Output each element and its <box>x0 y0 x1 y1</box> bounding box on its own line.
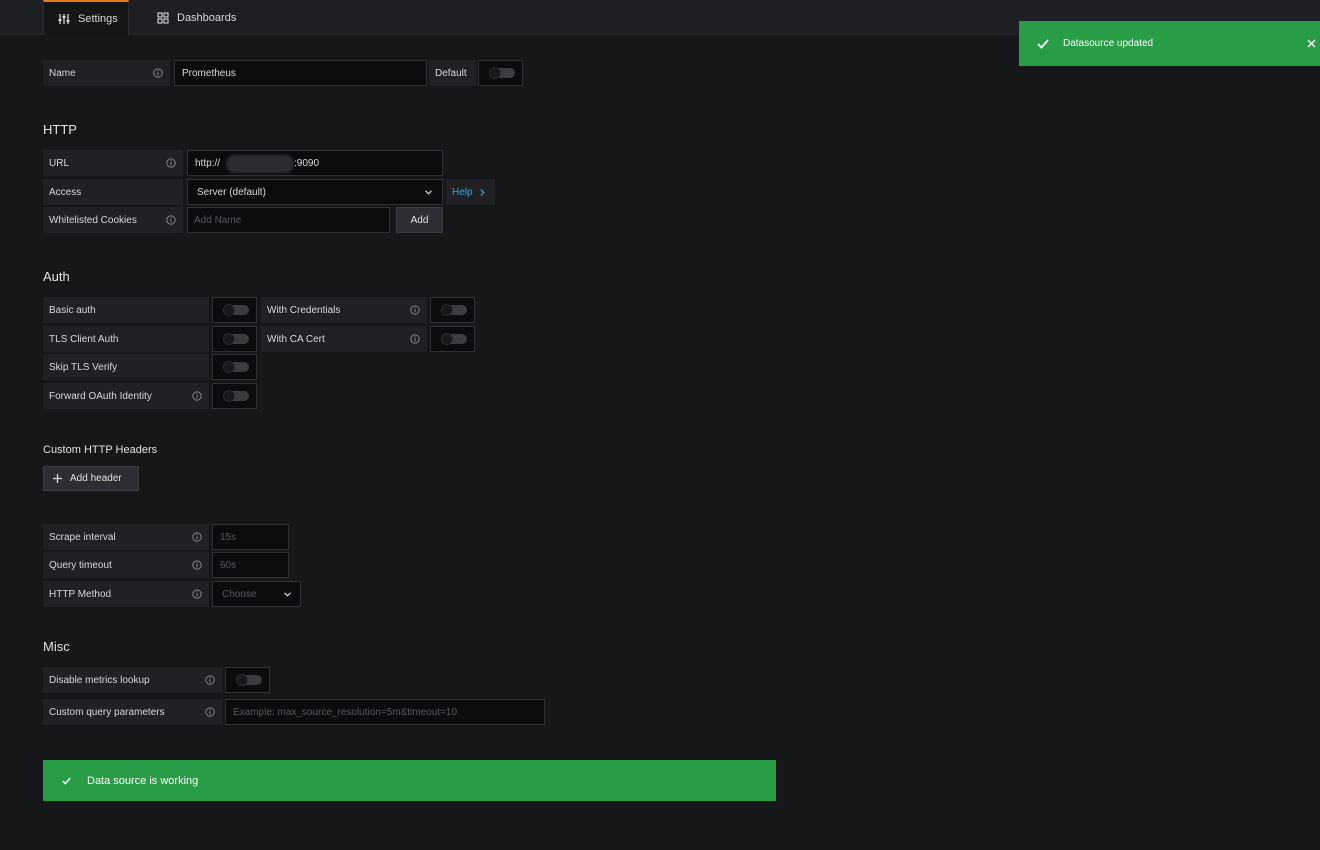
check-icon <box>62 777 71 785</box>
info-icon[interactable] <box>192 589 202 599</box>
close-icon[interactable] <box>1307 39 1316 48</box>
name-label: Name <box>43 60 170 86</box>
disable-metrics-text: Disable metrics lookup <box>49 674 150 686</box>
access-value: Server (default) <box>197 186 266 198</box>
url-label: URL <box>43 150 183 176</box>
query-timeout-text: Query timeout <box>49 559 112 571</box>
add-header-label: Add header <box>70 473 122 484</box>
chevron-right-icon <box>479 188 485 196</box>
scrape-interval-label: Scrape interval <box>43 524 209 550</box>
access-label-text: Access <box>49 186 82 198</box>
info-icon[interactable] <box>192 391 202 401</box>
tab-settings[interactable]: Settings <box>43 0 129 35</box>
basic-auth-label: Basic auth <box>43 297 209 323</box>
with-ca-cert-text: With CA Cert <box>267 333 325 345</box>
misc-heading: Misc <box>43 639 70 654</box>
forward-oauth-text: Forward OAuth Identity <box>49 390 152 402</box>
cookies-label-text: Whitelisted Cookies <box>49 214 137 226</box>
name-input[interactable]: Prometheus <box>174 60 427 86</box>
tab-dashboards-label: Dashboards <box>177 11 237 24</box>
cookies-input[interactable]: Add Name <box>187 207 390 233</box>
cookies-placeholder: Add Name <box>194 214 242 226</box>
access-select[interactable]: Server (default) <box>187 179 443 205</box>
auth-heading: Auth <box>43 269 70 284</box>
info-icon[interactable] <box>192 560 202 570</box>
basic-auth-toggle[interactable] <box>212 297 257 323</box>
with-credentials-toggle[interactable] <box>430 297 475 323</box>
check-icon <box>1037 38 1049 49</box>
scrape-interval-input[interactable]: 15s <box>212 524 289 550</box>
tls-client-auth-text: TLS Client Auth <box>49 333 119 345</box>
default-label: Default <box>429 60 476 86</box>
access-help-button[interactable]: Help <box>446 179 495 205</box>
with-ca-cert-label: With CA Cert <box>261 326 427 352</box>
query-timeout-placeholder: 60s <box>220 559 237 571</box>
forward-oauth-label: Forward OAuth Identity <box>43 383 209 409</box>
sliders-icon <box>58 13 70 24</box>
add-cookie-label: Add <box>410 214 429 226</box>
scrape-interval-placeholder: 15s <box>220 531 237 543</box>
info-icon[interactable] <box>153 68 163 78</box>
add-header-button[interactable]: Add header <box>43 466 139 491</box>
data-source-working-banner: Data source is working <box>43 760 776 801</box>
info-icon[interactable] <box>205 707 215 717</box>
tls-client-auth-toggle[interactable] <box>212 326 257 352</box>
info-icon[interactable] <box>166 158 176 168</box>
redacted-host <box>226 155 294 173</box>
chevron-down-icon <box>425 190 432 195</box>
url-port: :9090 <box>294 157 320 169</box>
disable-metrics-label: Disable metrics lookup <box>43 667 222 693</box>
name-value: Prometheus <box>182 67 236 79</box>
http-method-select[interactable]: Choose <box>212 581 301 607</box>
custom-headers-heading: Custom HTTP Headers <box>43 444 158 456</box>
chevron-down-icon <box>284 592 291 597</box>
http-heading: HTTP <box>43 122 77 137</box>
cookies-label: Whitelisted Cookies <box>43 207 183 233</box>
with-credentials-text: With Credentials <box>267 304 341 316</box>
skip-tls-text: Skip TLS Verify <box>49 361 118 373</box>
with-ca-cert-toggle[interactable] <box>430 326 475 352</box>
info-icon[interactable] <box>192 532 202 542</box>
http-method-label: HTTP Method <box>43 581 209 607</box>
plus-icon <box>53 474 62 483</box>
grid-icon <box>157 11 169 24</box>
tab-settings-label: Settings <box>78 12 118 25</box>
success-toast: Datasource updated <box>1019 21 1320 66</box>
add-cookie-button[interactable]: Add <box>396 207 443 233</box>
disable-metrics-toggle[interactable] <box>225 667 270 693</box>
custom-query-placeholder: Example: max_source_resolution=5m&timeou… <box>233 706 458 718</box>
tab-dashboards[interactable]: Dashboards <box>143 0 253 35</box>
custom-query-input[interactable]: Example: max_source_resolution=5m&timeou… <box>225 699 545 725</box>
scrape-interval-text: Scrape interval <box>49 531 116 543</box>
query-timeout-input[interactable]: 60s <box>212 552 289 578</box>
query-timeout-label: Query timeout <box>43 552 209 578</box>
url-input[interactable]: http:// :9090 <box>187 150 443 176</box>
info-icon[interactable] <box>410 305 420 315</box>
http-method-text: HTTP Method <box>49 588 112 600</box>
skip-tls-label: Skip TLS Verify <box>43 354 209 380</box>
banner-message: Data source is working <box>87 774 199 787</box>
basic-auth-text: Basic auth <box>49 304 96 316</box>
forward-oauth-toggle[interactable] <box>212 383 257 409</box>
http-method-placeholder: Choose <box>222 588 257 600</box>
url-value: http:// <box>195 157 221 169</box>
info-icon[interactable] <box>166 215 176 225</box>
help-label: Help <box>452 186 473 198</box>
default-label-text: Default <box>435 67 467 79</box>
name-label-text: Name <box>49 67 76 79</box>
custom-query-text: Custom query parameters <box>49 706 165 718</box>
info-icon[interactable] <box>205 675 215 685</box>
skip-tls-toggle[interactable] <box>212 354 257 380</box>
custom-query-label: Custom query parameters <box>43 699 222 725</box>
access-label: Access <box>43 179 183 205</box>
default-toggle[interactable] <box>478 60 523 86</box>
info-icon[interactable] <box>410 334 420 344</box>
toast-message: Datasource updated <box>1063 38 1154 49</box>
url-label-text: URL <box>49 157 70 169</box>
with-credentials-label: With Credentials <box>261 297 427 323</box>
tls-client-auth-label: TLS Client Auth <box>43 326 209 352</box>
